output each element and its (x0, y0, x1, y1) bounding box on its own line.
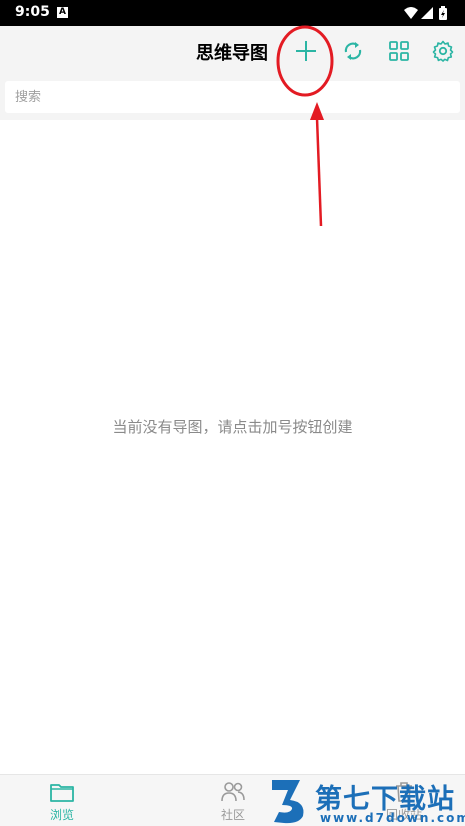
settings-icon (432, 40, 454, 62)
search-box (5, 81, 460, 113)
empty-state-message: 当前没有导图，请点击加号按钮创建 (112, 418, 353, 436)
folder-icon (50, 784, 74, 802)
notification-icon: A (57, 7, 68, 18)
grid-icon (389, 41, 409, 61)
nav-tab-community[interactable]: 社区 (193, 775, 273, 826)
add-icon (296, 41, 316, 61)
sync-button[interactable] (338, 36, 368, 66)
nav-tab-browse[interactable]: 浏览 (22, 775, 102, 826)
layout-button[interactable] (384, 36, 414, 66)
battery-icon (439, 6, 447, 20)
nav-label-browse: 浏览 (49, 808, 74, 822)
nav-label-community: 社区 (220, 808, 245, 822)
search-bar (0, 78, 465, 120)
add-button[interactable] (291, 36, 321, 66)
app-header: 思维导图 (0, 26, 465, 78)
app-title: 思维导图 (196, 43, 268, 64)
users-icon (221, 782, 245, 802)
settings-button[interactable] (428, 36, 458, 66)
search-input[interactable] (5, 81, 460, 113)
annotation-overlay (276, 25, 334, 227)
status-time: 9:05 (15, 4, 50, 20)
wifi-icon (404, 7, 418, 19)
signal-icon (421, 7, 433, 19)
watermark-logo (272, 780, 304, 824)
watermark: 第七下载站 www.d7down.com (270, 776, 465, 826)
status-icons (404, 6, 447, 20)
watermark-url: www.d7down.com (320, 811, 465, 825)
status-bar: 9:05 A (0, 0, 465, 26)
annotation-arrow-line (315, 117, 323, 227)
sync-icon (344, 42, 362, 60)
